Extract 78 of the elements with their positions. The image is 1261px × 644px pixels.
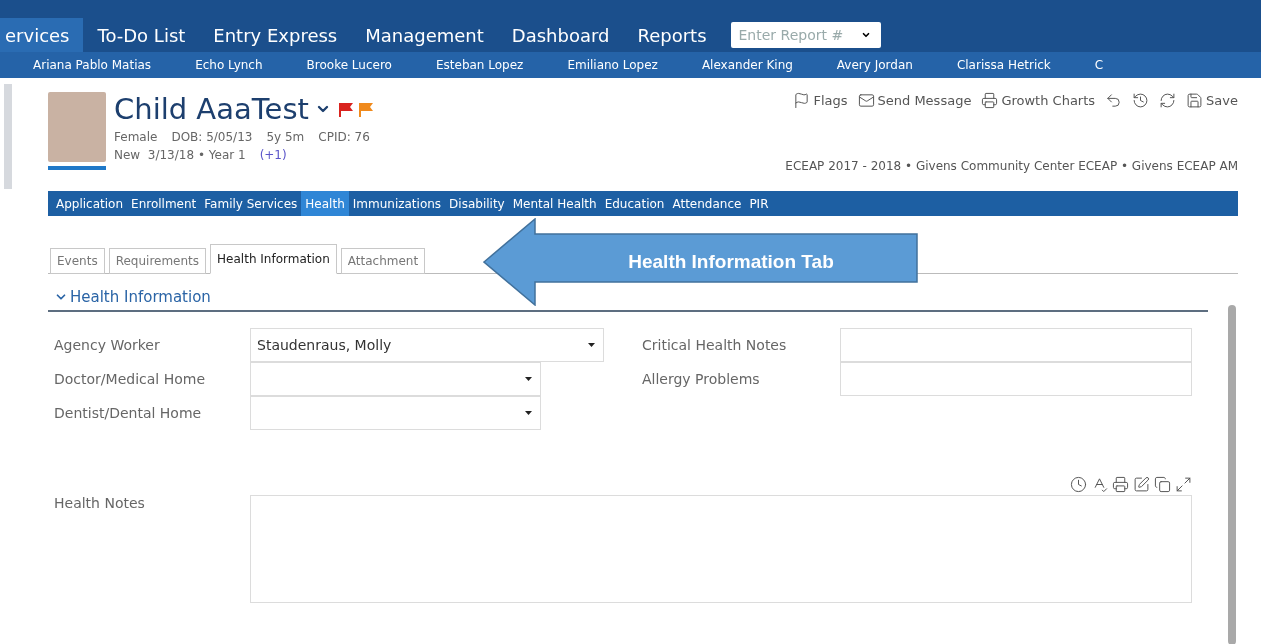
toolbar-button[interactable]: Save — [1186, 92, 1238, 109]
photo-placeholder — [48, 92, 106, 162]
tab[interactable]: Requirements — [108, 248, 207, 274]
field-label: Health Notes — [54, 495, 146, 513]
field-label: Agency Worker — [54, 337, 161, 353]
more-link[interactable]: (+1) — [259, 148, 287, 162]
undo-icon — [1105, 92, 1123, 109]
menu-item[interactable]: Entry Express — [199, 18, 352, 52]
toolbar-icon-button[interactable] — [1159, 92, 1177, 109]
child-link[interactable]: Avery Jordan — [836, 58, 913, 72]
scrollbar[interactable] — [1228, 305, 1236, 644]
section-nav-item[interactable]: Attendance — [668, 191, 746, 216]
expand-icon — [1175, 476, 1192, 493]
mail-icon — [857, 92, 875, 109]
save-icon — [1186, 92, 1204, 109]
child-link[interactable]: Clarissa Hetrick — [956, 58, 1051, 72]
program-text: ECEAP 2017 - 2018 • Givens Community Center ECEAP • Givens ECEAP AM — [785, 159, 1238, 173]
toolbar-icon-button[interactable] — [1132, 92, 1150, 109]
dropdown-field[interactable] — [250, 362, 541, 396]
print-icon — [981, 92, 999, 109]
refresh-icon — [1159, 92, 1177, 109]
dropdown-field[interactable] — [250, 396, 541, 430]
text-field[interactable] — [840, 328, 1192, 362]
child-link[interactable]: Esteban Lopez — [435, 58, 524, 72]
section-nav-item[interactable]: Family Services — [200, 191, 302, 216]
dob-text: DOB: 5/05/13 — [171, 130, 253, 144]
tab[interactable]: Attachment — [340, 248, 426, 274]
print-icon — [1112, 476, 1129, 493]
child-link[interactable]: C — [1094, 58, 1104, 72]
child-name: Child AaaTest — [114, 92, 309, 126]
dropdown-field[interactable]: Staudenraus, Molly — [250, 328, 604, 362]
caret-icon — [525, 411, 532, 415]
field-label: Doctor/Medical Home — [54, 371, 206, 387]
field-label: Allergy Problems — [642, 371, 761, 387]
text-field[interactable] — [840, 362, 1192, 396]
photo-underline — [48, 166, 106, 170]
toolbar-button[interactable]: Growth Charts — [981, 92, 1096, 109]
section-nav-item[interactable]: Education — [600, 191, 669, 216]
report-search-field[interactable]: Enter Report # — [730, 22, 881, 48]
menu-item[interactable]: Dashboard — [497, 18, 624, 52]
notes-textarea[interactable] — [250, 495, 1192, 603]
copy-icon — [1154, 476, 1171, 493]
history-icon — [1132, 92, 1150, 109]
menu-item[interactable]: Reports — [623, 18, 721, 52]
section-nav-item[interactable]: Disability — [445, 191, 509, 216]
section-nav-item[interactable]: Mental Health — [508, 191, 601, 216]
caret-icon — [860, 30, 871, 40]
menu-item[interactable]: ervices — [0, 18, 84, 52]
section-nav-item[interactable]: PIR — [745, 191, 773, 216]
flag-icon — [793, 92, 811, 109]
tab[interactable]: Health Information — [210, 244, 337, 274]
caret-icon — [588, 343, 595, 347]
child-link[interactable]: Alexander King — [701, 58, 793, 72]
section-header[interactable]: Health Information — [48, 288, 211, 310]
tab[interactable]: Events — [50, 248, 105, 274]
toolbar-button[interactable]: Send Message — [857, 92, 972, 109]
field-label: Critical Health Notes — [642, 337, 788, 353]
section-nav-item[interactable]: Enrollment — [127, 191, 201, 216]
field-label: Dentist/Dental Home — [54, 405, 203, 421]
child-link[interactable]: Echo Lynch — [195, 58, 263, 72]
child-link[interactable]: Brooke Lucero — [306, 58, 392, 72]
section-nav-item[interactable]: Immunizations — [348, 191, 446, 216]
gender-text: Female — [114, 130, 158, 144]
callout-arrow: Health Information Tab — [483, 218, 919, 306]
age-text: 5y 5m — [266, 130, 305, 144]
cpid-text: CPID: 76 — [318, 130, 370, 144]
clock-icon — [1070, 476, 1087, 493]
child-link[interactable]: Emiliano Lopez — [567, 58, 658, 72]
section-nav-item[interactable]: Health — [301, 191, 349, 216]
caret-icon — [525, 377, 532, 381]
section-nav-item[interactable]: Application — [52, 191, 128, 216]
enrollment-status: New 3/13/18 • Year 1 — [114, 148, 246, 162]
toolbar-icon-button[interactable] — [1105, 92, 1123, 109]
toolbar-button[interactable]: Flags — [793, 92, 848, 109]
edit-icon — [1133, 476, 1150, 493]
child-link[interactable]: Ariana Pablo Matias — [33, 58, 152, 72]
menu-item[interactable]: To-Do List — [83, 18, 200, 52]
menu-item[interactable]: Management — [351, 18, 498, 52]
